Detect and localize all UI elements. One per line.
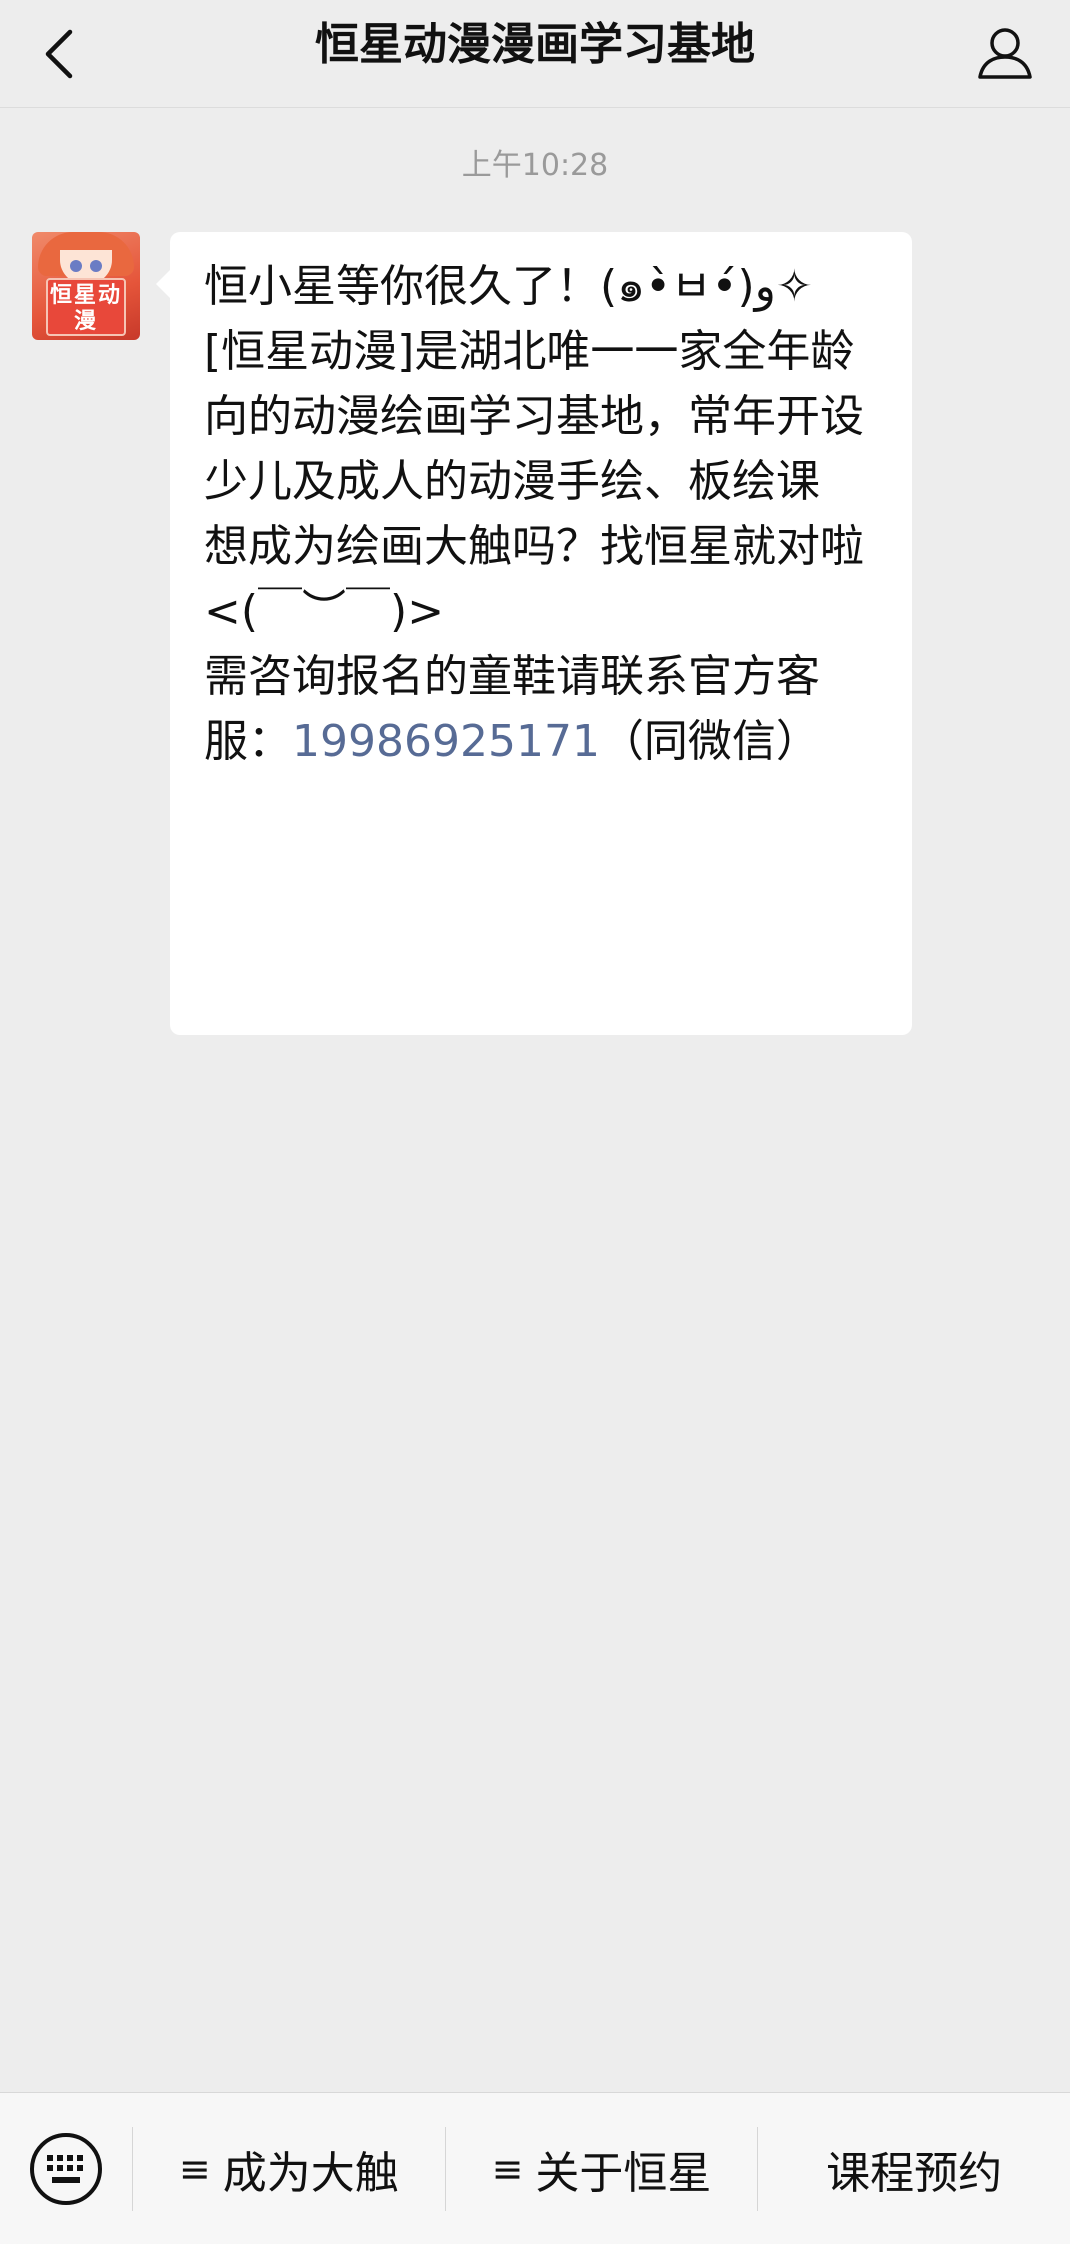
menu-label: 课程预约 xyxy=(826,2147,1003,2199)
avatar-logo-text: 恒星动漫 xyxy=(46,278,126,336)
user-icon xyxy=(978,28,1032,79)
keyboard-toggle-button[interactable] xyxy=(0,2093,132,2244)
menu-label: 成为大触 xyxy=(222,2147,399,2199)
phone-link[interactable]: 19986925171 xyxy=(292,716,600,767)
menu-course-booking[interactable]: 课程预约 xyxy=(758,2093,1070,2244)
profile-button[interactable] xyxy=(960,8,1050,98)
keyboard-icon xyxy=(30,2132,102,2205)
avatar[interactable]: 恒星动漫 xyxy=(32,232,140,340)
bottom-menu-bar: ≡ 成为大触 ≡ 关于恒星 课程预约 xyxy=(0,2092,1070,2244)
menu-list-icon: ≡ xyxy=(491,2146,524,2191)
message-timestamp: 上午10:28 xyxy=(461,148,609,183)
message-suffix: （同微信） xyxy=(599,716,820,767)
menu-label: 关于恒星 xyxy=(535,2147,712,2199)
message-text: 恒小星等你很久了！(๑•̀ㅂ•́)و✧ [恒星动漫]是湖北唯一一家全年龄向的动漫… xyxy=(204,254,882,774)
menu-about[interactable]: ≡ 关于恒星 xyxy=(446,2093,758,2244)
top-bar: 恒星动漫漫画学习基地 xyxy=(0,0,1070,108)
page-title: 恒星动漫漫画学习基地 xyxy=(315,19,755,70)
menu-become-master[interactable]: ≡ 成为大触 xyxy=(133,2093,445,2244)
chat-screen: 恒星动漫漫画学习基地 上午10:28 恒星动漫 恒小星等你很久了！(๑•̀ㅂ•́… xyxy=(0,0,1070,2244)
message-bubble[interactable]: 恒小星等你很久了！(๑•̀ㅂ•́)و✧ [恒星动漫]是湖北唯一一家全年龄向的动漫… xyxy=(156,232,912,1035)
message-body: 恒小星等你很久了！(๑•̀ㅂ•́)و✧ [恒星动漫]是湖北唯一一家全年龄向的动漫… xyxy=(204,261,864,767)
menu-list-icon: ≡ xyxy=(178,2146,211,2191)
